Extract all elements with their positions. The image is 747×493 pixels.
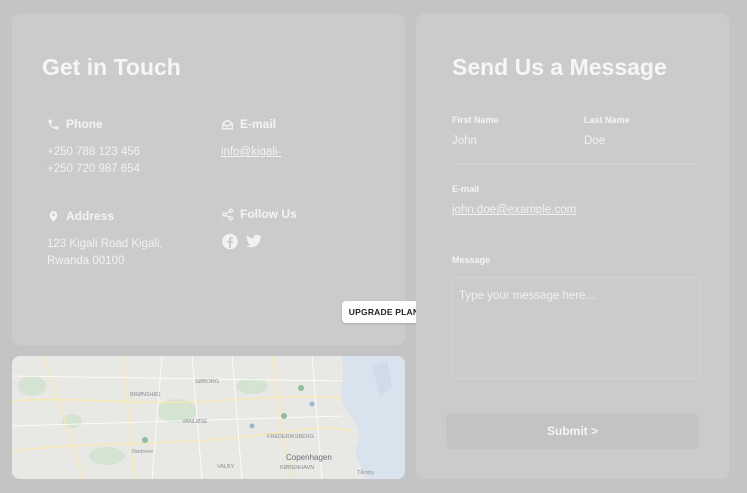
envelope-open-icon xyxy=(221,118,234,129)
message-textarea[interactable]: Type your message here... xyxy=(452,277,700,379)
map-label-soborg: SØBORG xyxy=(195,379,219,385)
map-canvas: SØBORG BRØNSHØJ VANLØSE FREDERIKSBERG Rø… xyxy=(12,356,405,479)
map-label-tarnby: Tårnby xyxy=(357,469,374,476)
phone-block: Phone +250 788 123 456 +250 720 987 654 xyxy=(47,117,140,177)
twitter-icon[interactable] xyxy=(245,233,263,250)
follow-label: Follow Us xyxy=(240,207,297,221)
location-pin-icon xyxy=(49,210,58,222)
email-input[interactable]: john.doe@example.com xyxy=(452,204,576,216)
phone-number-2: +250 720 987 654 xyxy=(47,162,141,175)
map-label-rodovre: Rødovre xyxy=(132,449,153,455)
address-line-1: 123 Kigali Road Kigali, xyxy=(47,238,163,250)
map-label-valby: VALBY xyxy=(217,464,235,470)
map-label-vanlose: VANLØSE xyxy=(182,419,208,425)
phone-number-1: +250 788 123 456 xyxy=(47,146,141,158)
last-name-label: Last Name xyxy=(584,115,630,125)
name-divider xyxy=(452,163,700,164)
email-block: E-mail info@kigali- xyxy=(221,117,281,161)
phone-icon xyxy=(48,119,59,129)
map-label-frederiksberg: FREDERIKSBERG xyxy=(267,434,314,440)
first-name-input[interactable]: John xyxy=(452,135,499,147)
facebook-icon[interactable] xyxy=(221,233,239,250)
first-name-field[interactable]: First Name John xyxy=(452,115,499,147)
email-link[interactable]: info@kigali- xyxy=(221,146,281,158)
map-label-bronshoj: BRØNSHØJ xyxy=(130,392,161,398)
message-label: Message xyxy=(452,255,491,265)
last-name-field[interactable]: Last Name Doe xyxy=(584,115,630,147)
address-line-2: Rwanda 00100 xyxy=(47,254,125,267)
first-name-label: First Name xyxy=(452,115,499,125)
address-block: Address 123 Kigali Road Kigali, Rwanda 0… xyxy=(47,209,163,269)
email-label: E-mail xyxy=(240,117,277,131)
upgrade-plan-button[interactable]: UPGRADE PLAN xyxy=(342,301,426,323)
message-form-card: Send Us a Message First Name John Last N… xyxy=(416,14,729,479)
submit-button[interactable]: Submit > xyxy=(446,413,699,449)
address-label: Address xyxy=(66,209,115,223)
map-label-copenhagen: Copenhagen xyxy=(286,453,332,462)
map-label-kobenhavn: KØBENHAVN xyxy=(280,465,314,471)
share-icon xyxy=(222,207,233,221)
last-name-input[interactable]: Doe xyxy=(584,135,630,147)
contact-title: Get in Touch xyxy=(42,54,181,80)
map[interactable]: SØBORG BRØNSHØJ VANLØSE FREDERIKSBERG Rø… xyxy=(12,356,405,479)
email-field-label: E-mail xyxy=(452,184,480,194)
form-title: Send Us a Message xyxy=(452,54,667,80)
contact-card: Get in Touch Phone +250 788 123 456 +250… xyxy=(12,14,405,345)
follow-block: Follow Us xyxy=(221,207,297,250)
phone-label: Phone xyxy=(66,117,103,131)
email-field[interactable]: E-mail john.doe@example.com xyxy=(452,184,576,216)
